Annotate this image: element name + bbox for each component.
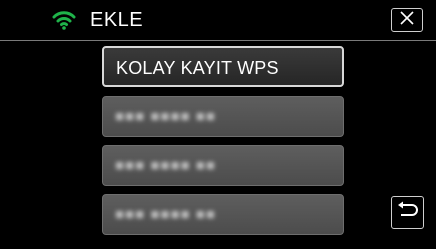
list-item[interactable]: ■■■ ■■■■ ■■ xyxy=(102,194,344,235)
list-item-label: ■■■ ■■■■ ■■ xyxy=(115,108,216,125)
list-item[interactable]: ■■■ ■■■■ ■■ xyxy=(102,145,344,186)
page-title: EKLE xyxy=(90,9,144,31)
wifi-icon xyxy=(52,10,76,30)
header-divider xyxy=(0,40,436,41)
header-bar: EKLE xyxy=(0,0,436,40)
list-item-label: KOLAY KAYIT WPS xyxy=(116,58,279,78)
list-item[interactable]: ■■■ ■■■■ ■■ xyxy=(102,96,344,137)
list-item-label: ■■■ ■■■■ ■■ xyxy=(115,157,216,174)
screen: EKLE KOLAY KAYIT WPS ■■■ ■■■■ ■■ ■■■ ■■■… xyxy=(0,0,436,249)
close-icon xyxy=(400,10,414,30)
list-item-label: ■■■ ■■■■ ■■ xyxy=(115,206,216,223)
back-button[interactable] xyxy=(391,196,424,229)
list-item-wps[interactable]: KOLAY KAYIT WPS xyxy=(102,46,344,87)
return-icon xyxy=(397,201,419,224)
close-button[interactable] xyxy=(391,8,423,32)
